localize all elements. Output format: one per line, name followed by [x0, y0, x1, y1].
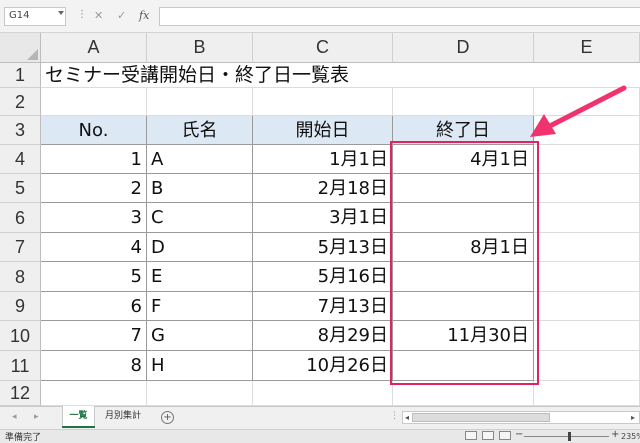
formula-bar-grip-icon: ⋮ — [77, 9, 88, 20]
cell-e11[interactable] — [534, 351, 640, 381]
cell-e8[interactable] — [534, 262, 640, 292]
row-header-3[interactable]: 3 — [0, 116, 41, 145]
record-name[interactable]: H — [147, 351, 253, 381]
record-start[interactable]: 8月29日 — [253, 321, 393, 351]
column-header-e[interactable]: E — [534, 33, 640, 63]
row-header-7[interactable]: 7 — [0, 233, 41, 262]
row-header-8[interactable]: 8 — [0, 262, 41, 292]
scroll-right-icon[interactable]: ▸ — [631, 413, 635, 422]
cell-e7[interactable] — [534, 233, 640, 262]
row-header-4[interactable]: 4 — [0, 145, 41, 174]
cell-d2[interactable] — [393, 88, 534, 116]
row-header-12[interactable]: 12 — [0, 381, 41, 406]
header-no[interactable]: No. — [41, 116, 147, 145]
record-name[interactable]: F — [147, 292, 253, 321]
record-no[interactable]: 3 — [41, 203, 147, 233]
record-no[interactable]: 6 — [41, 292, 147, 321]
record-no[interactable]: 4 — [41, 233, 147, 262]
cell-e5[interactable] — [534, 174, 640, 203]
scrollbar-thumb[interactable] — [412, 413, 550, 422]
add-sheet-button[interactable]: + — [161, 411, 174, 424]
normal-view-icon[interactable] — [465, 431, 477, 440]
cell-c2[interactable] — [253, 88, 393, 116]
record-no[interactable]: 7 — [41, 321, 147, 351]
scroll-left-icon[interactable]: ◂ — [405, 413, 409, 422]
record-start[interactable]: 3月1日 — [253, 203, 393, 233]
record-name[interactable]: B — [147, 174, 253, 203]
record-start[interactable]: 10月26日 — [253, 351, 393, 381]
record-no[interactable]: 8 — [41, 351, 147, 381]
record-start[interactable]: 2月18日 — [253, 174, 393, 203]
page-break-icon[interactable] — [499, 431, 511, 440]
tab-split-icon[interactable]: ⋮ — [390, 411, 399, 421]
column-header-c[interactable]: C — [253, 33, 393, 63]
cell-c12[interactable] — [253, 381, 393, 406]
record-no[interactable]: 2 — [41, 174, 147, 203]
row-header-10[interactable]: 10 — [0, 321, 41, 351]
cell-a12[interactable] — [41, 381, 147, 406]
record-name[interactable]: D — [147, 233, 253, 262]
name-box[interactable]: G14 — [4, 7, 66, 26]
enter-icon[interactable]: ✓ — [117, 9, 126, 22]
zoom-out-icon[interactable]: − — [515, 429, 523, 440]
record-start[interactable]: 5月16日 — [253, 262, 393, 292]
name-box-dropdown-icon[interactable] — [58, 11, 64, 15]
cell-e4[interactable] — [534, 145, 640, 174]
record-name[interactable]: E — [147, 262, 253, 292]
record-no[interactable]: 1 — [41, 145, 147, 174]
page-layout-icon[interactable] — [482, 431, 494, 440]
column-header-d[interactable]: D — [393, 33, 534, 63]
record-start[interactable]: 1月1日 — [253, 145, 393, 174]
cell-b2[interactable] — [147, 88, 253, 116]
next-sheet-icon[interactable]: ▸ — [34, 412, 39, 422]
record-start[interactable]: 7月13日 — [253, 292, 393, 321]
column-header-b[interactable]: B — [147, 33, 253, 63]
cell-e12[interactable] — [534, 381, 640, 406]
header-start[interactable]: 開始日 — [253, 116, 393, 145]
prev-sheet-icon[interactable]: ◂ — [12, 412, 17, 422]
record-no[interactable]: 5 — [41, 262, 147, 292]
cell-e6[interactable] — [534, 203, 640, 233]
sheet-tab-monthly[interactable]: 月別集計 — [98, 406, 148, 426]
zoom-level[interactable]: 235% — [621, 432, 640, 441]
cell-e9[interactable] — [534, 292, 640, 321]
cell-e10[interactable] — [534, 321, 640, 351]
zoom-in-icon[interactable]: + — [611, 429, 619, 440]
record-name[interactable]: A — [147, 145, 253, 174]
column-header-a[interactable]: A — [41, 33, 147, 63]
formula-input[interactable] — [159, 7, 640, 26]
cell-b12[interactable] — [147, 381, 253, 406]
sheet-tab-list[interactable]: 一覧 — [62, 406, 95, 426]
row-header-1[interactable]: 1 — [0, 63, 41, 88]
row-header-2[interactable]: 2 — [0, 88, 41, 116]
header-name[interactable]: 氏名 — [147, 116, 253, 145]
record-name[interactable]: G — [147, 321, 253, 351]
pointer-arrow-icon — [530, 85, 627, 137]
row-header-5[interactable]: 5 — [0, 174, 41, 203]
cancel-icon[interactable]: ✕ — [94, 9, 103, 22]
record-name[interactable]: C — [147, 203, 253, 233]
record-start[interactable]: 5月13日 — [253, 233, 393, 262]
cell-a2[interactable] — [41, 88, 147, 116]
zoom-slider-knob[interactable] — [568, 432, 571, 441]
zoom-slider[interactable] — [524, 436, 609, 437]
row-header-11[interactable]: 11 — [0, 351, 41, 381]
select-all-icon — [27, 49, 38, 60]
end-date-highlight-box — [390, 141, 539, 385]
insert-function-icon[interactable]: fx — [139, 9, 149, 22]
active-tab-underline — [62, 426, 95, 428]
row-header-9[interactable]: 9 — [0, 292, 41, 321]
status-ready: 準備完了 — [5, 433, 42, 443]
row-header-6[interactable]: 6 — [0, 203, 41, 233]
